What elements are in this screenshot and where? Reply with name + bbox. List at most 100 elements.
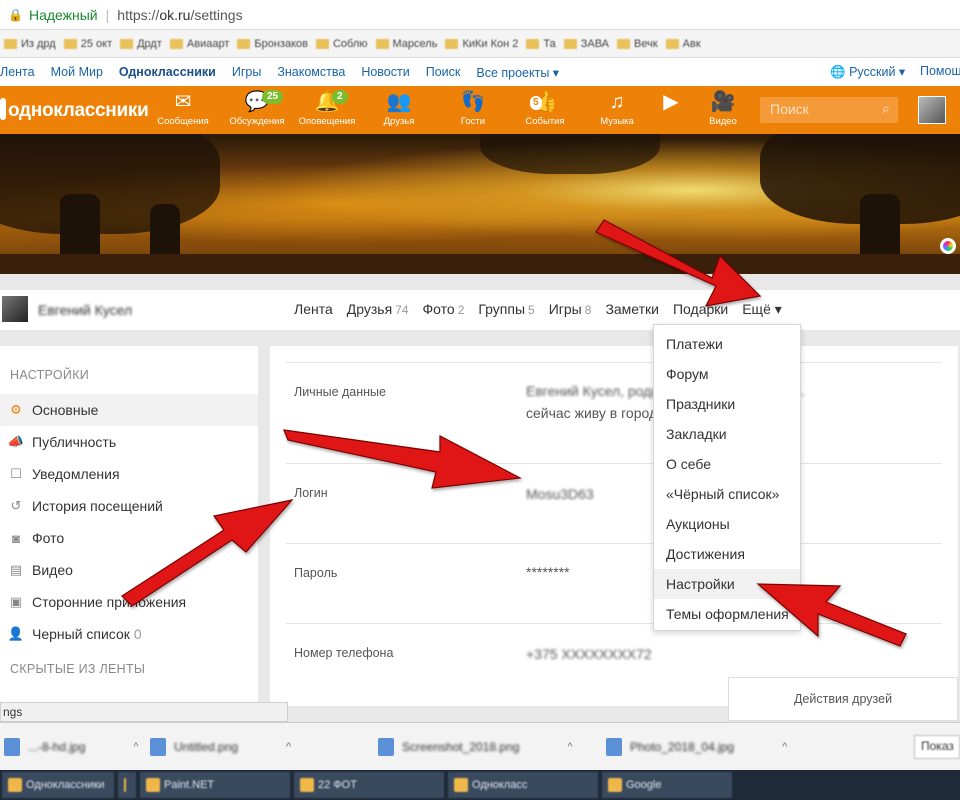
sidebar-item[interactable]: 👤 Черный список 0 [0, 618, 258, 650]
profile-tab[interactable]: Друзья 74 [347, 301, 409, 318]
download-item[interactable]: Screenshot_2018.png ^ [378, 733, 573, 761]
bookmark-label: Соблю [332, 37, 368, 50]
help-link[interactable]: Помощ [920, 64, 960, 78]
header-nav-envelope[interactable]: ✉ Сообщения [148, 90, 218, 128]
ok-logo[interactable]: одноклассники [0, 98, 149, 122]
bookmark-item[interactable]: Дрдт [120, 38, 162, 50]
cover-palette-icon[interactable] [940, 238, 956, 254]
chevron-up-icon[interactable]: ^ [782, 741, 787, 753]
more-menu-item[interactable]: Закладки [654, 419, 800, 449]
profile-name[interactable]: Евгений Кусел [38, 302, 132, 318]
language-selector[interactable]: 🌐 Русский ▾ [830, 64, 905, 80]
ok-top-link[interactable]: Лента [0, 65, 35, 80]
downloads-show-all-button[interactable]: Показ [914, 735, 960, 759]
app-icon [8, 778, 22, 792]
bookmark-item[interactable]: КиКи Кон 2 [445, 38, 518, 50]
more-menu-item[interactable]: Темы оформления [654, 599, 800, 629]
bookmark-item[interactable]: Авк [665, 38, 701, 50]
settings-row-login[interactable]: Логин Mosu3D63 [286, 463, 942, 543]
bookmark-item[interactable]: Марсель [375, 38, 437, 50]
download-filename: Untitled.png [174, 740, 239, 754]
taskbar-button[interactable]: Однокласс [448, 772, 598, 798]
header-nav-footprints[interactable]: 👣 Гости [438, 90, 508, 128]
more-menu-item[interactable]: Платежи [654, 329, 800, 359]
bookmark-item[interactable]: Та [526, 38, 556, 50]
downloads-bar: ...-8-hd.jpg ^ Untitled.png ^ Screenshot_201… [0, 722, 960, 770]
profile-tab[interactable]: Подарки [673, 301, 728, 318]
more-menu-item[interactable]: Праздники [654, 389, 800, 419]
bookmark-item[interactable]: Бронзаков [237, 38, 308, 50]
ok-top-link[interactable]: Игры [232, 65, 261, 80]
header-nav-friends[interactable]: 👥 Друзья [364, 90, 434, 128]
bookmark-item[interactable]: ЗАВА [563, 38, 609, 50]
more-menu-item[interactable]: Настройки [654, 569, 800, 599]
header-nav-discussions[interactable]: 💬 Обсуждения 25 [222, 90, 292, 128]
ok-top-link[interactable]: Одноклассники [119, 65, 216, 80]
more-menu-item[interactable]: Аукционы [654, 509, 800, 539]
search-icon[interactable]: ⌕ [882, 100, 890, 117]
profile-tab[interactable]: Лента [294, 301, 333, 318]
chevron-up-icon[interactable]: ^ [133, 741, 138, 753]
megaphone-icon: 📣 [7, 434, 25, 449]
music-icon: ♫ [609, 91, 625, 113]
download-item[interactable]: Untitled.png ^ [150, 733, 291, 761]
friends-actions-panel[interactable]: Действия друзей [728, 677, 958, 721]
header-avatar[interactable] [918, 96, 946, 124]
folder-icon [617, 38, 631, 49]
taskbar-button[interactable]: 22 ФОТ [294, 772, 444, 798]
sidebar-item[interactable]: ▤ Видео [0, 554, 258, 586]
ok-top-link[interactable]: Поиск [426, 65, 461, 80]
chevron-up-icon[interactable]: ^ [286, 741, 291, 753]
ok-top-link[interactable]: Мой Мир [51, 65, 103, 80]
taskbar-button[interactable]: Одноклассники [2, 772, 114, 798]
header-nav-bell[interactable]: 🔔 Оповещения 2 [292, 90, 362, 128]
url-text[interactable]: https://ok.ru/settings [117, 7, 242, 23]
more-menu-item[interactable]: Форум [654, 359, 800, 389]
bookmark-item[interactable]: Вечк [617, 38, 658, 50]
more-menu-item[interactable]: О себе [654, 449, 800, 479]
profile-tab[interactable]: Заметки [605, 301, 659, 318]
profile-tab[interactable]: Фото 2 [423, 301, 465, 318]
bookmark-item[interactable]: Авиаарт [169, 38, 229, 50]
taskbar-button[interactable]: Google [602, 772, 732, 798]
taskbar-label: Однокласс [472, 779, 528, 791]
download-item[interactable]: Photo_2018_04.jpg ^ [606, 733, 787, 761]
sidebar-item[interactable]: ⚙ Основные [0, 394, 258, 426]
profile-tab[interactable]: Игры 8 [549, 301, 592, 318]
more-menu-item[interactable]: «Чёрный список» [654, 479, 800, 509]
profile-tab[interactable]: Ещё ▾ [742, 301, 782, 318]
bookmark-label: Дрдт [137, 37, 162, 50]
sidebar-item[interactable]: 📣 Публичность [0, 426, 258, 458]
ok-top-link[interactable]: Новости [361, 65, 409, 80]
header-nav-label: Обсуждения [229, 116, 285, 127]
download-item[interactable]: ...-8-hd.jpg ^ [4, 733, 139, 761]
chevron-up-icon[interactable]: ^ [567, 741, 572, 753]
folder-icon [375, 38, 389, 49]
sidebar-item[interactable]: ▣ Сторонние приложения [0, 586, 258, 618]
os-taskbar: Одноклассники Paint.NET 22 ФОТ Однокласс Goo… [0, 770, 960, 800]
settings-row-password[interactable]: Пароль ******** [286, 543, 942, 623]
settings-row-personal[interactable]: Личные данные Евгений Кусел, родился в г… [286, 362, 942, 462]
header-nav-events[interactable]: 👍 События 5 [510, 90, 580, 128]
bookmark-item[interactable]: 25 окт [63, 38, 112, 50]
header-nav-label: Гости [460, 116, 486, 127]
sidebar-header-settings: НАСТРОЙКИ [10, 368, 90, 382]
ok-top-link[interactable]: Все проекты ▾ [476, 65, 559, 80]
search-input[interactable]: Поиск ⌕ [760, 97, 898, 123]
sidebar-item-label: Сторонние приложения [32, 594, 187, 610]
bookmark-item[interactable]: Из дрд [4, 38, 56, 50]
ok-top-link[interactable]: Знакомства [277, 65, 345, 80]
address-bar[interactable]: 🔒 Надежный | https://ok.ru/settings [0, 0, 960, 30]
sidebar-item[interactable]: ◙ Фото [0, 522, 258, 554]
app-icon [124, 778, 126, 792]
header-nav-video-camera[interactable]: 🎥 Видео [688, 90, 758, 128]
sidebar-item[interactable]: ↺ История посещений [0, 490, 258, 522]
more-menu-item[interactable]: Достижения [654, 539, 800, 569]
profile-avatar[interactable] [2, 296, 28, 322]
footprints-icon: 👣 [460, 91, 486, 113]
sidebar-item[interactable]: ☐ Уведомления [0, 458, 258, 490]
taskbar-button[interactable] [118, 772, 136, 798]
profile-tab[interactable]: Группы 5 [478, 301, 534, 318]
bookmark-item[interactable]: Соблю [315, 37, 368, 50]
taskbar-button[interactable]: Paint.NET [140, 772, 290, 798]
